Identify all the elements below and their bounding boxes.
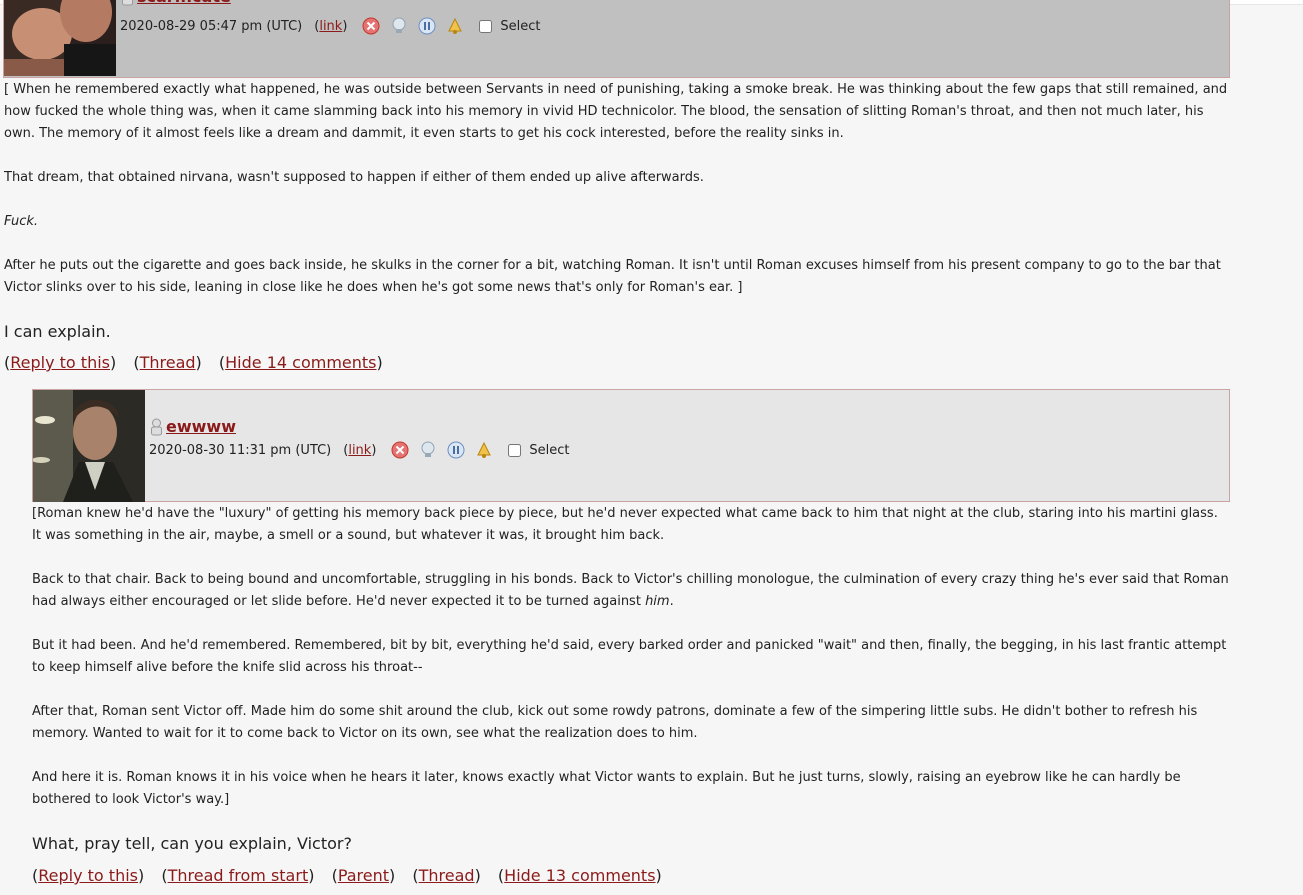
user-icon — [122, 0, 133, 5]
comment-subject: What, pray tell, can you explain, Victor… — [32, 834, 352, 853]
poster: ewwww — [149, 417, 236, 436]
freeze-icon[interactable] — [417, 16, 437, 36]
screen-icon[interactable] — [418, 440, 438, 460]
track-icon[interactable] — [474, 440, 494, 460]
avatar[interactable] — [33, 390, 145, 502]
thread-from-start-link[interactable]: Thread from start — [168, 866, 309, 885]
delete-icon[interactable] — [390, 440, 410, 460]
comment-emphasis: Fuck. — [4, 214, 38, 229]
comment-paragraph: [ When he remembered exactly what happen… — [4, 82, 1228, 141]
comment-paragraph: Back to that chair. Back to being bound … — [32, 569, 1230, 613]
hide-comments-link[interactable]: Hide 14 comments — [225, 353, 376, 372]
comment-links: (Reply to this) (Thread from start) (Par… — [32, 866, 662, 885]
comment-subject: I can explain. — [4, 322, 111, 341]
comment-paragraph: But it had been. And he'd remembered. Re… — [32, 638, 1227, 675]
comment-header: scarificate 2020-08-29 05:47 pm (UTC) (l… — [3, 0, 1230, 78]
select-label: Select — [529, 442, 570, 458]
comment-paragraph: And here it is. Roman knows it in his vo… — [32, 770, 1181, 807]
hide-comments-link[interactable]: Hide 13 comments — [504, 866, 655, 885]
reply-link[interactable]: Reply to this — [38, 866, 138, 885]
comment-body: [Roman knew he'd have the "luxury" of ge… — [32, 503, 1230, 811]
reply-link[interactable]: Reply to this — [10, 353, 110, 372]
permalink[interactable]: link — [348, 443, 371, 458]
comment-meta: 2020-08-30 11:31 pm (UTC) (link) Select — [149, 440, 570, 460]
link-paren: (link) — [314, 18, 348, 34]
comment-header: ewwww 2020-08-30 11:31 pm (UTC) (link) S… — [32, 389, 1230, 502]
user-icon — [151, 418, 162, 435]
comment-paragraph: After that, Roman sent Victor off. Made … — [32, 704, 1198, 741]
select-label: Select — [500, 18, 541, 34]
comment-text: . — [669, 594, 674, 609]
track-icon[interactable] — [445, 16, 465, 36]
link-paren: (link) — [343, 442, 377, 458]
comment-paragraph: After he puts out the cigarette and goes… — [4, 258, 1221, 295]
timestamp: 2020-08-29 05:47 pm (UTC) — [120, 18, 303, 34]
comment-emphasis: him — [645, 594, 670, 609]
username[interactable]: scarificate — [137, 0, 231, 6]
comment-links: (Reply to this) (Thread) (Hide 14 commen… — [4, 353, 383, 372]
comment-meta: 2020-08-29 05:47 pm (UTC) (link) Select — [120, 16, 541, 36]
comment-body: [ When he remembered exactly what happen… — [4, 79, 1230, 299]
thread-link[interactable]: Thread — [419, 866, 475, 885]
screen-icon[interactable] — [389, 16, 409, 36]
comment-paragraph: Fuck. — [4, 211, 1230, 233]
comment-paragraph: That dream, that obtained nirvana, wasn'… — [4, 170, 704, 185]
avatar[interactable] — [4, 0, 116, 76]
select-checkbox[interactable] — [479, 19, 493, 33]
freeze-icon[interactable] — [446, 440, 466, 460]
parent-link[interactable]: Parent — [338, 866, 389, 885]
comment-paragraph: [Roman knew he'd have the "luxury" of ge… — [32, 506, 1218, 543]
username[interactable]: ewwww — [166, 417, 236, 436]
poster: scarificate — [120, 0, 231, 6]
select-checkbox[interactable] — [508, 443, 522, 457]
thread-link[interactable]: Thread — [140, 353, 196, 372]
timestamp: 2020-08-30 11:31 pm (UTC) — [149, 442, 332, 458]
delete-icon[interactable] — [361, 16, 381, 36]
permalink[interactable]: link — [319, 19, 342, 34]
comment-text: Back to that chair. Back to being bound … — [32, 572, 1229, 609]
